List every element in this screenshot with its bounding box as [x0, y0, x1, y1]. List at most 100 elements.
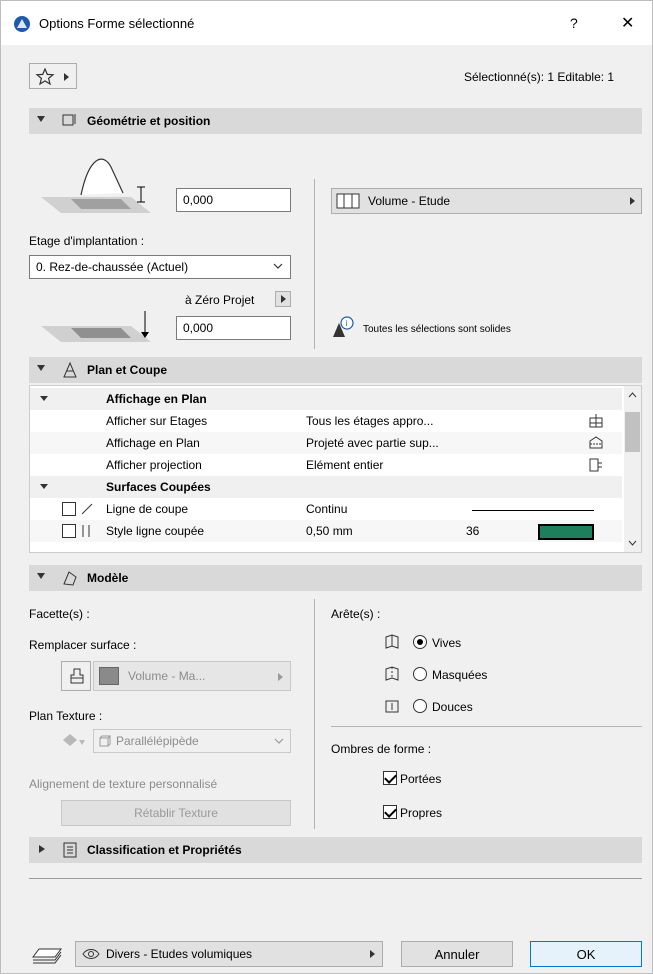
entire-element-icon [589, 458, 602, 472]
eye-icon [82, 949, 100, 959]
sharp-edge-icon [385, 634, 399, 649]
tree-row[interactable]: Affichage en Plan Projeté avec partie su… [30, 432, 622, 454]
surface-swatch-icon [99, 667, 119, 685]
paint-brush-icon [70, 668, 84, 684]
edges-sharp-radio[interactable] [413, 635, 427, 649]
projection-icon [589, 436, 603, 449]
tree-scrollbar[interactable] [624, 386, 641, 552]
scroll-thumb[interactable] [625, 412, 640, 452]
tree-row-value: Continu [306, 502, 348, 516]
cut-line-checkbox[interactable] [62, 502, 76, 516]
classification-section-header[interactable]: Classification et Propriétés [29, 837, 642, 863]
box-icon [99, 735, 111, 747]
edges-hidden-radio[interactable] [413, 667, 427, 681]
tree-row-value: 0,50 mm [306, 524, 353, 538]
vertical-divider [314, 599, 315, 829]
plan-tree-panel: Affichage en Plan Afficher sur Etages To… [29, 385, 642, 553]
layer-button[interactable]: Divers - Etudes volumiques [75, 941, 383, 967]
tree-row-value: Elément entier [306, 458, 384, 472]
tree-group-header[interactable]: Affichage en Plan [30, 388, 622, 410]
plan-section-header[interactable]: Plan et Coupe [29, 357, 642, 383]
override-surface-label: Remplacer surface : [29, 638, 137, 652]
home-story-dropdown[interactable]: 0. Rez-de-chaussée (Actuel) [29, 255, 291, 279]
override-surface-value: Volume - Ma... [128, 669, 206, 683]
edges-smooth-radio[interactable] [413, 699, 427, 713]
texture-origin-icon [63, 734, 85, 746]
cast-shadows-label: Portées [400, 772, 442, 786]
bottom-offset-field[interactable]: 0,000 [176, 316, 291, 340]
geometry-section-title: Géométrie et position [87, 114, 211, 128]
edges-sharp-label: Vives [432, 636, 462, 650]
plan-section-icon [63, 361, 77, 378]
edges-hidden-label: Masquées [432, 668, 488, 682]
chevron-down-icon [274, 738, 284, 744]
submenu-arrow-icon [630, 197, 635, 205]
star-icon [35, 67, 55, 86]
close-button[interactable]: ✕ [621, 13, 634, 33]
chevron-down-icon [273, 263, 283, 269]
collapse-triangle-icon [37, 116, 45, 122]
own-shadows-checkbox[interactable] [383, 805, 397, 819]
window-title: Options Forme sélectionné [39, 16, 195, 31]
pen-color-swatch[interactable] [538, 524, 594, 540]
override-surface-toggle[interactable] [61, 661, 91, 691]
expand-triangle-icon [39, 845, 45, 853]
layer-name: Divers - Etudes volumiques [106, 947, 253, 961]
stories-icon [589, 414, 603, 428]
top-offset-field[interactable]: 0,000 [176, 188, 291, 212]
tree-row[interactable]: Afficher projection Elément entier [30, 454, 622, 476]
collapse-triangle-icon [37, 573, 45, 579]
plan-section-title: Plan et Coupe [87, 363, 168, 377]
help-button[interactable]: ? [570, 15, 578, 31]
footer-divider [29, 878, 642, 879]
tree-group-label: Surfaces Coupées [106, 480, 211, 494]
tree-row-label: Affichage en Plan [106, 436, 200, 450]
classification-section-title: Classification et Propriétés [87, 843, 242, 857]
horizontal-divider [331, 726, 642, 727]
app-logo-icon [14, 16, 30, 32]
cast-shadows-checkbox[interactable] [383, 771, 397, 785]
submenu-arrow-icon [370, 950, 375, 958]
building-material-label: Volume - Etude [368, 194, 451, 208]
material-swatch-icon [336, 193, 360, 209]
model-section-icon [63, 571, 77, 586]
submenu-arrow-icon [278, 673, 283, 681]
tree-group-label: Affichage en Plan [106, 392, 207, 406]
ok-button[interactable]: OK [530, 941, 642, 967]
texture-projection-value: Parallélépipède [116, 734, 199, 748]
document-icon [63, 842, 77, 858]
smooth-edge-icon [385, 700, 399, 713]
svg-text:i: i [346, 319, 348, 328]
geometry-section-header[interactable]: Géométrie et position [29, 108, 642, 134]
own-shadows-label: Propres [400, 806, 443, 820]
geometry-icon [62, 114, 76, 126]
tree-group-header[interactable]: Surfaces Coupées [30, 476, 622, 498]
shadows-label: Ombres de forme : [331, 742, 432, 756]
faces-label: Facette(s) : [29, 607, 90, 621]
vertical-divider [314, 179, 315, 349]
expand-triangle-icon [40, 396, 48, 401]
project-zero-toggle[interactable] [275, 291, 291, 307]
tree-row[interactable]: Afficher sur Etages Tous les étages appr… [30, 410, 622, 432]
line-preview [472, 510, 594, 511]
building-material-button[interactable]: Volume - Etude [331, 188, 642, 214]
cut-style-checkbox[interactable] [62, 524, 76, 538]
solid-info-icon: i [333, 316, 354, 337]
line-icon [81, 503, 93, 515]
override-surface-button[interactable]: Volume - Ma... [93, 661, 291, 691]
cancel-button[interactable]: Annuler [401, 941, 513, 967]
expand-triangle-icon [40, 484, 48, 489]
home-story-value: 0. Rez-de-chaussée (Actuel) [36, 260, 189, 274]
bottom-offset-diagram-icon [41, 311, 151, 342]
scroll-up-icon[interactable] [628, 392, 637, 398]
tree-row-value: Tous les étages appro... [306, 414, 434, 428]
edges-label: Arête(s) : [331, 607, 381, 621]
tree-row[interactable]: Style ligne coupée 0,50 mm 36 [30, 520, 622, 542]
model-section-header[interactable]: Modèle [29, 565, 642, 591]
scroll-down-icon[interactable] [628, 540, 637, 546]
texture-projection-dropdown[interactable]: Parallélépipède [93, 729, 291, 753]
favorites-button[interactable] [29, 63, 77, 89]
tree-row[interactable]: Ligne de coupe Continu [30, 498, 622, 520]
tree-row-value: Projeté avec partie sup... [306, 436, 439, 450]
reset-texture-button[interactable]: Rétablir Texture [61, 800, 291, 826]
